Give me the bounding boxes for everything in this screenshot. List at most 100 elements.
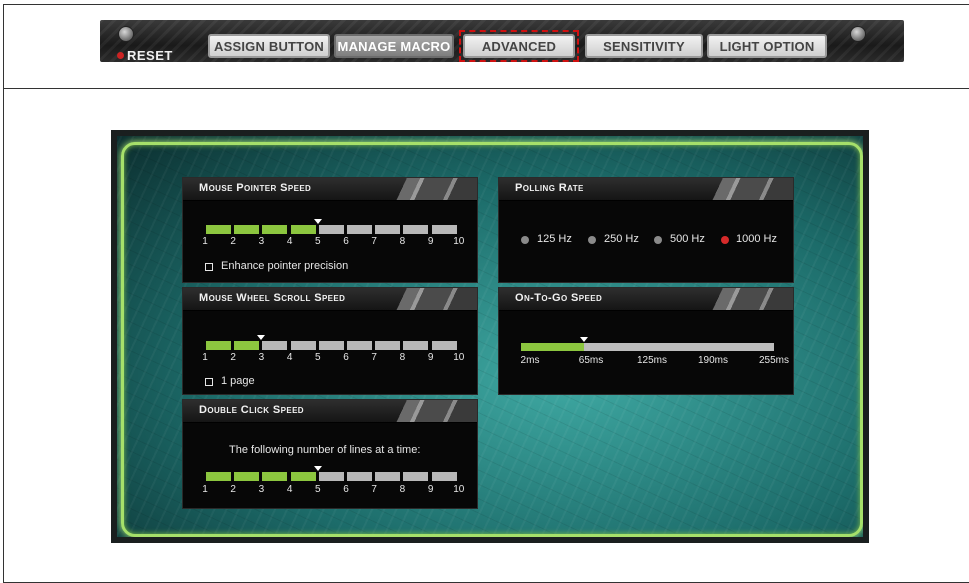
slider-segment [431, 472, 457, 481]
slider-tick-label: 8 [399, 484, 406, 495]
reset-dot-icon [117, 52, 124, 59]
polling-1000-radio[interactable] [721, 236, 729, 244]
on-to-go-tick-label: 255ms [758, 355, 790, 366]
slider-segment [206, 225, 231, 234]
double-click-speed-ticks: 1 2 3 4 5 6 7 8 9 10 [202, 484, 465, 496]
slider-segment [375, 225, 401, 234]
slider-segment [375, 341, 401, 350]
slider-segment [347, 472, 372, 481]
slider-segment [206, 341, 231, 350]
slider-segment [318, 225, 344, 234]
slider-tick-label: 10 [453, 352, 465, 363]
slider-tick-label: 3 [258, 236, 265, 247]
slider-segment [318, 472, 344, 481]
slider-tick-label: 2 [230, 352, 236, 363]
on-to-go-tick-label: 125ms [636, 355, 668, 366]
polling-125-radio[interactable] [521, 236, 529, 244]
slider-marker-icon[interactable] [313, 219, 322, 224]
slider-tick-label: 5 [315, 236, 321, 247]
slider-marker-icon[interactable] [313, 466, 322, 471]
slider-segment [431, 225, 457, 234]
slider-tick-label: 4 [286, 484, 293, 495]
slider-segment [206, 472, 231, 481]
slider-tick-label: 1 [202, 484, 208, 495]
slider-tick-label: 9 [427, 484, 434, 495]
bolt-left-icon [118, 26, 134, 42]
polling-1000-label: 1000 Hz [736, 233, 777, 245]
mouse-pointer-speed-box: Mouse Pointer Speed 1 2 3 4 5 6 7 8 9 10 Enhance … [182, 177, 478, 283]
polling-500-radio[interactable] [654, 236, 662, 244]
slider-tick-label: 6 [343, 236, 349, 247]
double-click-speed-slider[interactable] [205, 466, 461, 482]
slider-segment [234, 225, 260, 234]
slider-tick-label: 9 [427, 352, 434, 363]
slider-segment [262, 225, 288, 234]
tab-sensitivity[interactable]: SENSITIVITY [585, 34, 703, 58]
one-page-label: 1 page [221, 375, 255, 387]
reset-button[interactable]: RESET [127, 48, 173, 63]
on-to-go-track [584, 343, 774, 351]
tab-assign-button[interactable]: ASSIGN BUTTON [208, 34, 330, 58]
mouse-wheel-scroll-speed-ticks: 1 2 3 4 5 6 7 8 9 10 [202, 352, 465, 364]
on-to-go-tick-label: 190ms [697, 355, 729, 366]
slider-segment [375, 472, 401, 481]
slider-segment [262, 341, 288, 350]
slider-segment [347, 341, 372, 350]
slider-tick-label: 1 [202, 236, 208, 247]
polling-500-label: 500 Hz [670, 233, 705, 245]
mouse-pointer-speed-title: Mouse Pointer Speed [199, 182, 312, 194]
frame-divider [3, 88, 969, 89]
bolt-right-icon [850, 26, 866, 42]
on-to-go-speed-title: On-To-Go Speed [515, 292, 603, 304]
slider-tick-label: 6 [343, 484, 349, 495]
slider-tick-label: 2 [230, 236, 236, 247]
slider-segment [290, 225, 316, 234]
polling-125-label: 125 Hz [537, 233, 572, 245]
mouse-wheel-scroll-speed-title: Mouse Wheel Scroll Speed [199, 292, 346, 304]
slider-segment [234, 341, 260, 350]
polling-250-radio[interactable] [588, 236, 596, 244]
enhance-pointer-precision-label: Enhance pointer precision [221, 260, 349, 272]
tab-manage-macro[interactable]: MANAGE MACRO [334, 34, 454, 58]
slider-tick-label: 1 [202, 352, 208, 363]
advanced-settings-panel: Mouse Pointer Speed 1 2 3 4 5 6 7 8 9 10 Enhance … [111, 130, 869, 543]
slider-segment [234, 472, 260, 481]
mouse-pointer-speed-slider[interactable] [205, 219, 461, 235]
slider-tick-label: 9 [427, 236, 434, 247]
slider-segment [403, 225, 429, 234]
polling-250-label: 250 Hz [604, 233, 639, 245]
slider-tick-label: 4 [286, 236, 293, 247]
slider-tick-label: 8 [399, 236, 406, 247]
on-to-go-fill [521, 343, 584, 351]
tab-light-option[interactable]: LIGHT OPTION [707, 34, 827, 58]
slider-tick-label: 10 [453, 484, 465, 495]
slider-segment [290, 472, 316, 481]
advanced-tab-highlight [459, 30, 579, 62]
enhance-pointer-precision-checkbox[interactable] [205, 263, 213, 271]
slider-tick-label: 3 [258, 484, 265, 495]
on-to-go-tick-label: 2ms [520, 355, 540, 366]
slider-tick-label: 5 [315, 352, 321, 363]
slider-tick-label: 8 [399, 352, 406, 363]
slider-segment [403, 341, 429, 350]
slider-marker-icon[interactable] [257, 335, 266, 340]
slider-segment [318, 341, 344, 350]
slider-tick-label: 6 [343, 352, 349, 363]
slider-segment [431, 341, 457, 350]
on-to-go-speed-ticks: 2ms 65ms 125ms 190ms 255ms [520, 355, 790, 367]
on-to-go-speed-box: On-To-Go Speed 2ms 65ms 125ms 190ms 255ms [498, 287, 794, 395]
on-to-go-marker-icon[interactable] [580, 337, 588, 342]
mouse-wheel-scroll-speed-slider[interactable] [205, 335, 461, 351]
slider-tick-label: 10 [453, 236, 465, 247]
slider-tick-label: 7 [371, 352, 377, 363]
slider-tick-label: 4 [286, 352, 293, 363]
polling-rate-box: Polling Rate 125 Hz 250 Hz 500 Hz 1000 H… [498, 177, 794, 283]
on-to-go-speed-slider[interactable] [521, 337, 774, 351]
slider-tick-label: 3 [258, 352, 265, 363]
one-page-checkbox[interactable] [205, 378, 213, 386]
double-click-speed-box: Double Click Speed The following number … [182, 399, 478, 509]
slider-segment [290, 341, 316, 350]
slider-tick-label: 2 [230, 484, 236, 495]
slider-segment [262, 472, 288, 481]
slider-tick-label: 7 [371, 236, 377, 247]
